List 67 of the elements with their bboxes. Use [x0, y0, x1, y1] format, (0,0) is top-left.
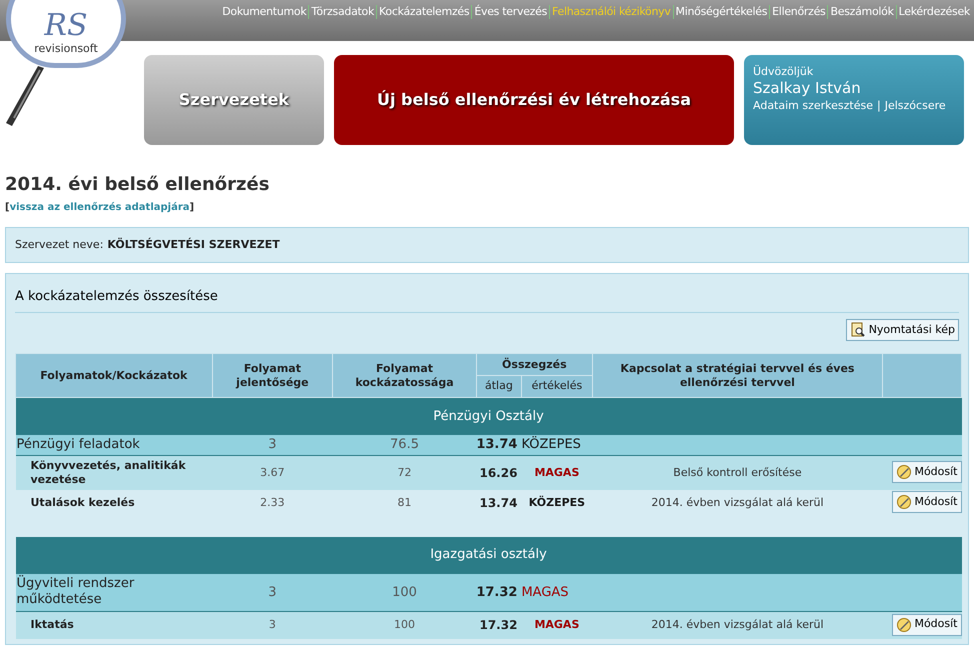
link-separator: |	[877, 98, 881, 114]
account-link[interactable]: Adataim szerkesztése	[753, 98, 874, 114]
table-cell: 13.74	[476, 490, 522, 516]
logo-text: revisionsoft	[34, 40, 98, 56]
organizations-tile[interactable]: Szervezetek	[144, 55, 324, 145]
bracket-text: [	[5, 201, 10, 215]
column-header: Folyamatok/Kockázatok	[16, 354, 212, 398]
edit-button[interactable]: Módosít	[892, 614, 962, 636]
table-cell: 16.26	[476, 456, 522, 490]
menu-link[interactable]: Törzsadatok	[311, 4, 374, 20]
organization-name: KÖLTSÉGVETÉSI SZERVEZET	[107, 236, 280, 253]
process-name: Pénzügyi feladatok	[16, 434, 212, 456]
menu-link[interactable]: Éves tervezés	[474, 4, 548, 20]
menu-link[interactable]: Minőségértékelés	[676, 4, 768, 20]
column-header: Folyamat kockázatossága	[332, 354, 476, 398]
column-header: Kapcsolat a stratégiai tervvel és éves ellenőrzési tervvel	[592, 354, 883, 398]
page-magnifier-icon	[850, 322, 866, 338]
rating-text: KÖZEPES	[521, 490, 592, 516]
rating-text: KÖZEPES	[521, 434, 592, 456]
greeting-text: Üdvözöljük	[753, 65, 814, 79]
column-header: Összegzés	[476, 354, 592, 376]
menu-link[interactable]: Ellenőrzés	[772, 4, 826, 20]
page-title: 2014. évi belső ellenőrzés	[5, 173, 270, 197]
rating-text: MAGAS	[521, 612, 592, 638]
edit-button[interactable]: Módosít	[892, 461, 962, 483]
rating-text: MAGAS	[521, 456, 592, 490]
plan-link-text: Belső kontroll erősítése	[592, 456, 883, 490]
table-cell: 3	[212, 574, 333, 612]
group-header: Igazgatási osztály	[16, 536, 962, 574]
column-header: értékelés	[521, 376, 592, 398]
bracket-text: ]	[190, 201, 194, 215]
plan-link-text: 2014. évben vizsgálat alá kerül	[592, 612, 883, 638]
menu-link[interactable]: Felhasználói kézikönyv	[552, 4, 671, 20]
risk-name: Iktatás	[16, 612, 212, 638]
table-cell: 17.32	[476, 612, 522, 638]
column-header: Folyamat jelentősége	[212, 354, 333, 398]
logo-mark: RS	[44, 10, 88, 40]
menu-link[interactable]: Beszámolók	[830, 4, 894, 20]
table-cell: 3	[212, 612, 333, 638]
back-link[interactable]: vissza az ellenőrzés adatlapjára	[10, 200, 190, 215]
user-name: Szalkay István	[753, 78, 862, 98]
table-cell: 72	[332, 456, 476, 490]
menu-link[interactable]: Kockázatelemzés	[379, 4, 470, 20]
process-name: Ügyviteli rendszer működtetése	[16, 574, 212, 612]
plan-link-text: 2014. évben vizsgálat alá kerül	[592, 490, 883, 516]
section-title: A kockázatelemzés összesítése	[15, 289, 218, 304]
rating-text: MAGAS	[521, 574, 592, 612]
table-cell: 3	[212, 434, 333, 456]
risk-name: Könyvvezetés, analitikák vezetése	[16, 456, 212, 490]
print-view-button[interactable]: Nyomtatási kép	[846, 319, 959, 341]
account-link[interactable]: Jelszócsere	[884, 98, 946, 114]
table-cell: 3.67	[212, 456, 333, 490]
group-header: Pénzügyi Osztály	[16, 398, 962, 434]
menu-link[interactable]: Dokumentumok	[222, 4, 306, 20]
table-cell: 2.33	[212, 490, 333, 516]
table-cell: 81	[332, 490, 476, 516]
table-cell: 17.32	[476, 574, 522, 612]
organization-label: Szervezet neve:	[15, 236, 104, 253]
edit-button[interactable]: Módosít	[892, 491, 962, 514]
table-cell: 13.74	[476, 434, 522, 456]
risk-name: Utalások kezelés	[16, 490, 212, 516]
column-header: átlag	[476, 376, 522, 398]
table-cell: 100	[332, 612, 476, 638]
menu-link[interactable]: Lekérdezések	[898, 4, 970, 20]
table-cell: 100	[332, 574, 476, 612]
new-year-tile[interactable]: Új belső ellenőrzési év létrehozása	[334, 55, 734, 145]
table-cell: 76.5	[332, 434, 476, 456]
